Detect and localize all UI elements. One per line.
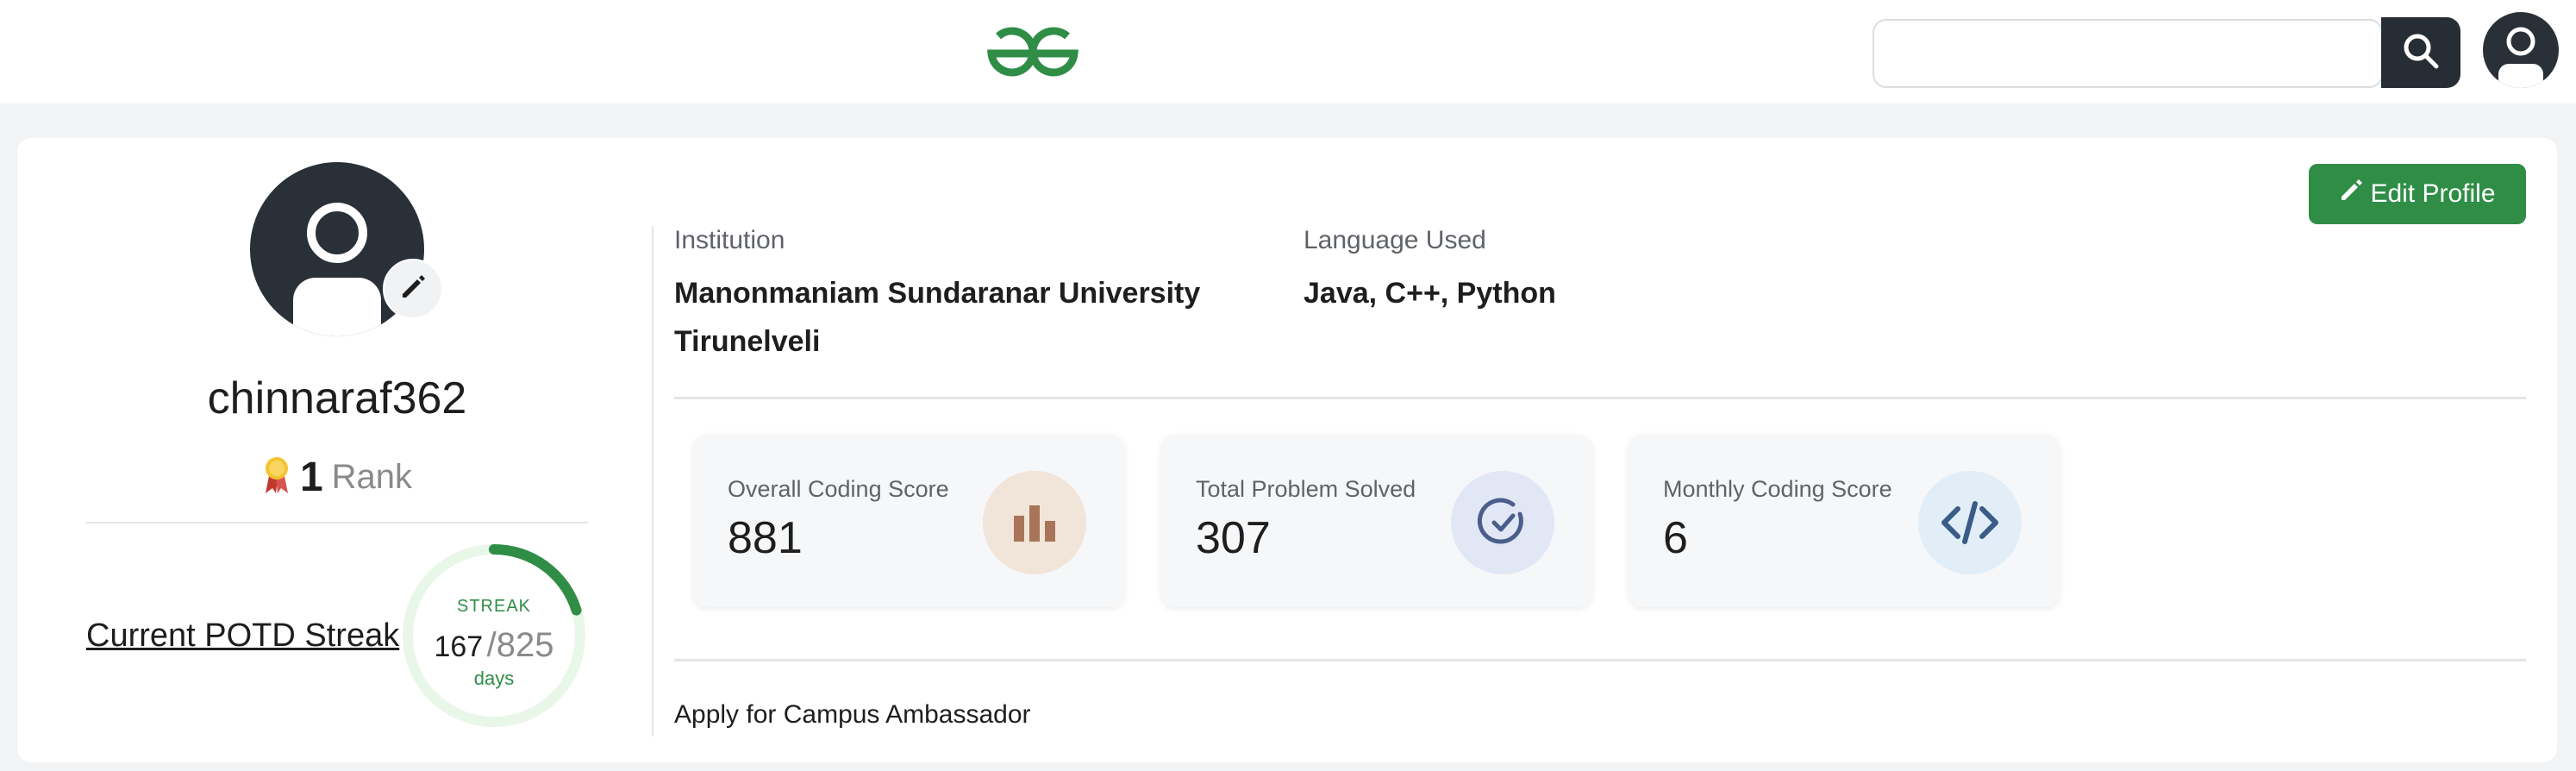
medal-icon bbox=[262, 455, 291, 499]
rank-row: 1 Rank bbox=[86, 454, 588, 501]
search-box bbox=[1873, 19, 2383, 88]
rank-label: Rank bbox=[331, 458, 413, 496]
search-button[interactable] bbox=[2381, 17, 2460, 88]
user-avatar-icon[interactable] bbox=[2483, 12, 2559, 88]
pencil-icon bbox=[2339, 179, 2363, 210]
divider bbox=[674, 659, 2526, 661]
language-label: Language Used bbox=[1304, 226, 1486, 254]
divider bbox=[86, 522, 588, 523]
check-circle-icon bbox=[1451, 471, 1554, 574]
stat-card-overall-coding-score: Overall Coding Score 881 bbox=[693, 435, 1124, 607]
rank-value: 1 bbox=[299, 454, 323, 500]
edit-profile-label: Edit Profile bbox=[2370, 179, 2496, 208]
language-value: Java, C++, Python bbox=[1304, 277, 1556, 310]
username: chinnaraf362 bbox=[207, 373, 467, 423]
campus-ambassador-link[interactable]: Apply for Campus Ambassador bbox=[674, 700, 1031, 730]
streak-label: STREAK bbox=[456, 597, 532, 616]
institution-value: Manonmaniam Sundaranar University Tirune… bbox=[674, 277, 1201, 358]
stat-value: 881 bbox=[728, 513, 803, 563]
stat-card-monthly-coding-score: Monthly Coding Score 6 bbox=[1629, 435, 2060, 607]
top-header bbox=[0, 0, 2576, 103]
streak-max: /825 bbox=[486, 626, 554, 664]
vertical-divider bbox=[652, 226, 653, 737]
gfg-logo-icon[interactable] bbox=[979, 22, 1086, 78]
streak-unit: days bbox=[473, 668, 515, 689]
stat-label: Overall Coding Score bbox=[728, 476, 949, 502]
code-icon bbox=[1918, 471, 2022, 574]
pencil-icon bbox=[398, 273, 428, 306]
potd-streak-link[interactable]: Current POTD Streak bbox=[86, 617, 399, 655]
edit-profile-button[interactable]: Edit Profile bbox=[2309, 164, 2526, 224]
search-icon bbox=[2400, 30, 2442, 76]
bar-chart-icon bbox=[983, 471, 1086, 574]
stat-value: 307 bbox=[1196, 513, 1271, 563]
divider bbox=[674, 397, 2526, 399]
institution-label: Institution bbox=[674, 226, 785, 254]
streak-value: 167 /825 bbox=[397, 626, 591, 665]
streak-current: 167 bbox=[434, 630, 484, 663]
edit-avatar-button[interactable] bbox=[383, 259, 443, 319]
search-input[interactable] bbox=[1874, 21, 2381, 86]
stat-card-total-problem-solved: Total Problem Solved 307 bbox=[1161, 435, 1592, 607]
stat-value: 6 bbox=[1663, 513, 1688, 563]
stat-label: Total Problem Solved bbox=[1196, 476, 1416, 502]
stat-label: Monthly Coding Score bbox=[1663, 476, 1892, 502]
